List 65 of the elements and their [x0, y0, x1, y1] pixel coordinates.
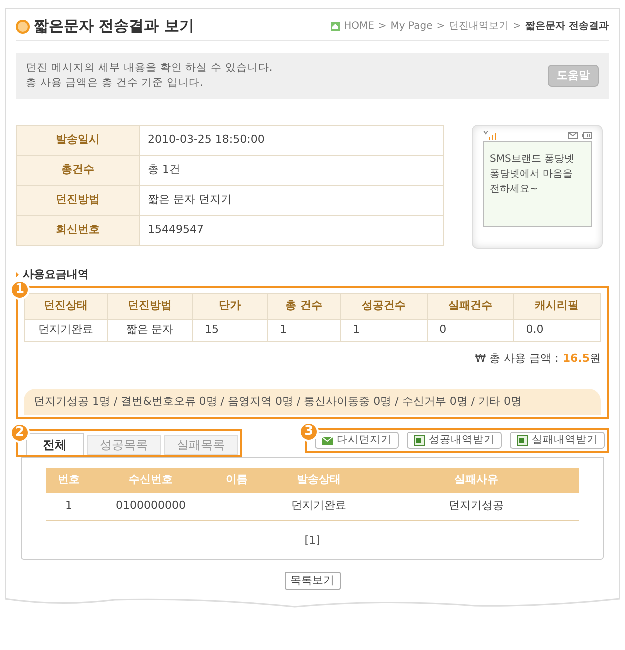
column-header: 총 건수	[268, 293, 340, 319]
table-cell: 15	[192, 319, 268, 341]
breadcrumb-separator: >	[378, 20, 387, 34]
table-cell: 0100000000	[92, 493, 210, 520]
action-button[interactable]: 다시던지기	[315, 432, 399, 449]
signal-icon	[483, 130, 497, 140]
info-label: 총건수	[16, 156, 140, 186]
info-label: 회신번호	[16, 216, 140, 246]
spreadsheet-icon	[414, 435, 425, 446]
table-cell: 짧은 문자	[108, 319, 192, 341]
breadcrumb-separator: >	[513, 20, 522, 34]
message-text: 전하세요~	[490, 183, 540, 197]
breadcrumb-separator: >	[436, 20, 446, 34]
table-cell: 던지기완료	[264, 493, 374, 520]
callout-number: 1	[10, 280, 30, 300]
info-label: 발송일시	[16, 126, 140, 156]
info-value: 2010-03-25 18:50:00	[140, 126, 444, 156]
column-header: 성공건수	[340, 293, 428, 319]
envelope-icon	[322, 436, 333, 444]
spreadsheet-icon	[517, 435, 528, 446]
column-header: 번호	[46, 468, 92, 493]
title-bullet-icon	[16, 20, 30, 34]
column-header: 던진상태	[24, 293, 108, 319]
column-header: 발송상태	[264, 468, 374, 493]
home-icon	[331, 22, 340, 31]
column-header: 캐시리필	[514, 293, 600, 319]
battery-icon	[582, 132, 592, 138]
table-cell: 0	[427, 319, 514, 341]
list-button[interactable]: 목록보기	[284, 572, 340, 590]
total-unit: 원	[590, 350, 601, 366]
column-header: 이름	[210, 468, 264, 493]
table-cell: 1	[340, 319, 428, 341]
table-cell: 0.0	[514, 319, 600, 341]
message-text: 퐁당넷에서 마음을	[490, 168, 574, 182]
breadcrumb-link[interactable]: HOME	[344, 19, 374, 34]
column-header: 실패사유	[374, 468, 579, 493]
breadcrumb-link[interactable]: My Page	[390, 19, 433, 34]
info-value: 짧은 문자 던지기	[140, 186, 444, 216]
column-header: 수신번호	[92, 468, 210, 493]
table-cell: 1	[46, 493, 92, 520]
info-value: 15449547	[140, 216, 444, 246]
total-amount: 16.5	[562, 350, 590, 366]
info-value: 총 1건	[140, 156, 444, 186]
table-cell: 던지기성공	[374, 493, 579, 520]
message-text: SMS브랜드 퐁당넷	[490, 153, 576, 167]
breadcrumb-link[interactable]: 던진내역보기	[449, 19, 510, 34]
table-cell: 1	[268, 319, 340, 341]
breadcrumb-link[interactable]: 짧은문자 전송결과	[526, 19, 609, 34]
action-button[interactable]: 성공내역받기	[407, 432, 502, 449]
page-link[interactable]: [1]	[304, 532, 320, 549]
page-title: 짧은문자 전송결과 보기	[34, 16, 194, 38]
table-cell: 던지기완료	[24, 319, 108, 341]
total-label: ₩ 총 사용 금액 :	[475, 350, 559, 366]
envelope-icon	[568, 132, 578, 138]
column-header: 단가	[192, 293, 268, 319]
callout-number: 3	[299, 422, 319, 442]
column-header: 던진방법	[108, 293, 192, 319]
column-header: 실패건수	[427, 293, 514, 319]
notice-text: 던진 메시지의 세부 내용을 확인 하실 수 있습니다.	[26, 61, 273, 76]
summary-bar: 던지기성공 1명 / 결번&번호오류 0명 / 음영지역 0명 / 통신사이동중 0명 / 수신거부 0명 / 기타 0명	[24, 389, 601, 415]
tab[interactable]: 전체	[26, 433, 84, 455]
action-button[interactable]: 실패내역받기	[510, 432, 605, 449]
info-label: 던진방법	[16, 186, 140, 216]
notice-text: 총 사용 금액은 총 건수 기준 입니다.	[26, 76, 204, 91]
callout-number: 2	[10, 423, 30, 443]
